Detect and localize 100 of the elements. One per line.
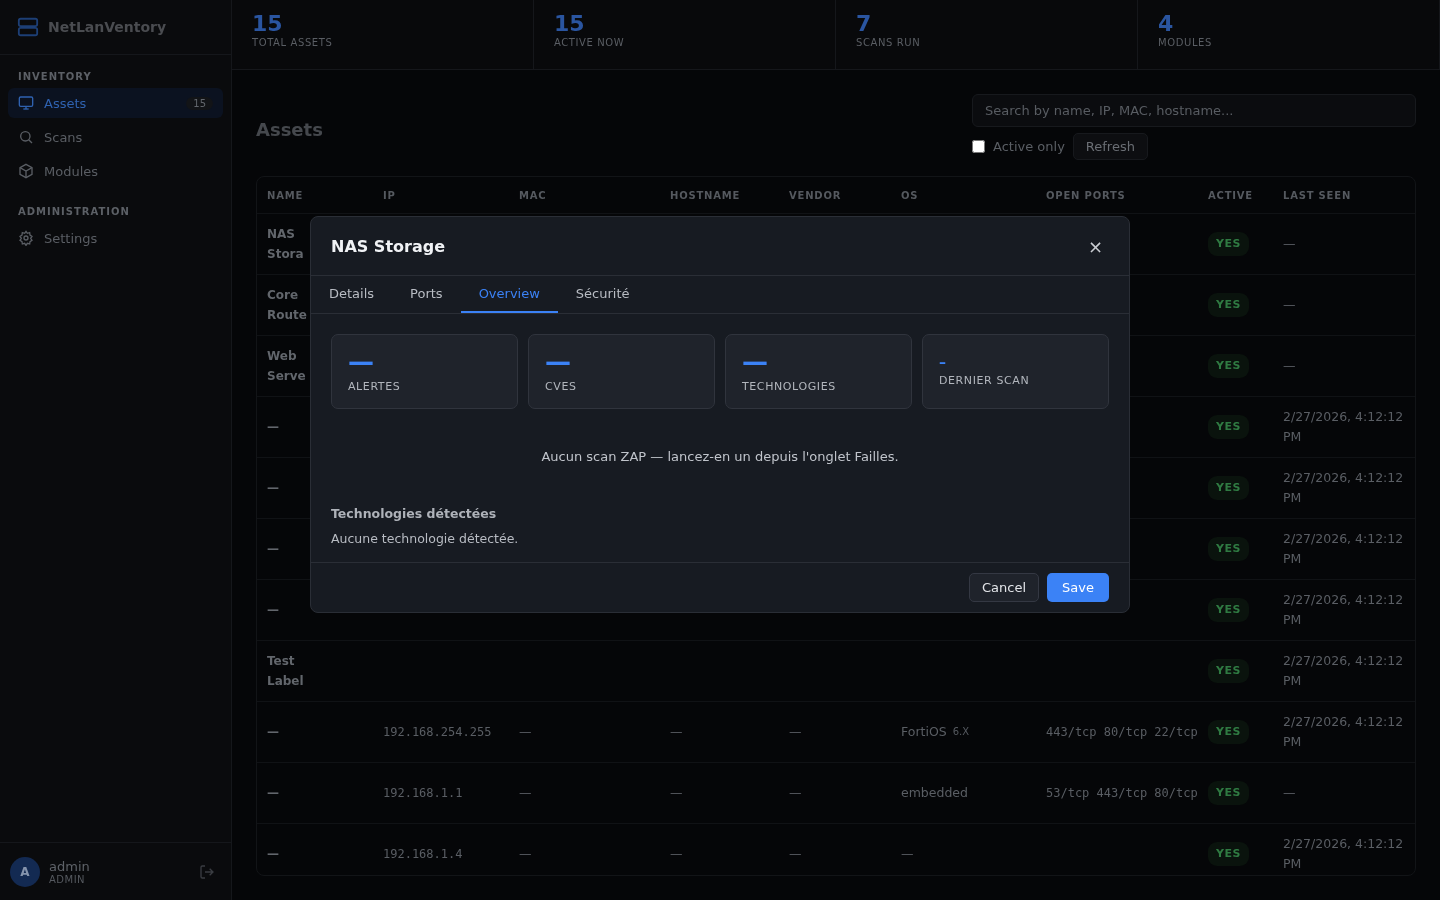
stat-value: 15 — [554, 11, 586, 37]
section-heading: ADMINISTRATION — [17, 206, 131, 219]
table-cell-text: — — [670, 784, 683, 802]
table-cell-text: — — [267, 541, 279, 558]
table-cell-text: 2/27/2026, 4:12:12 PM — [1283, 408, 1405, 446]
table-cell-text: — — [519, 723, 532, 741]
table-cell-text: 192.168.1.1 — [383, 785, 463, 802]
checkbox[interactable] — [972, 140, 985, 153]
card-value: — — [348, 350, 375, 374]
column-header: IP — [383, 189, 397, 201]
table-cell-text: — — [1283, 296, 1296, 314]
status-badge: YES — [1208, 842, 1249, 866]
tab[interactable]: Ports — [392, 276, 461, 313]
status-badge: YES — [1208, 781, 1249, 805]
section-heading: INVENTORY — [17, 71, 93, 84]
stat-label: TOTAL ASSETS — [252, 37, 334, 48]
status-badge: YES — [1208, 659, 1249, 683]
cube-icon — [18, 163, 34, 179]
status-badge: YES — [1208, 232, 1249, 256]
table-cell-text: — — [670, 845, 683, 863]
column-header: OPEN PORTS — [1046, 189, 1127, 201]
table-cell-text: 2/27/2026, 4:12:12 PM — [1283, 652, 1405, 690]
column-header: OS — [901, 189, 920, 201]
table-cell-text: Web Serve — [267, 348, 307, 385]
sidebar-item[interactable]: Scans — [8, 122, 223, 152]
table-cell-text: Test Label — [267, 653, 305, 690]
card-label: DERNIER SCAN — [939, 374, 1031, 387]
table-cell-text: — — [901, 845, 914, 863]
card-label: CVES — [545, 380, 578, 393]
status-badge: YES — [1208, 354, 1249, 378]
section-title: Technologies détectées — [331, 506, 498, 521]
table-cell-text: — — [789, 784, 802, 802]
tab[interactable]: Sécurité — [557, 276, 648, 313]
stat-value: 4 — [1158, 11, 1175, 37]
card-label: ALERTES — [348, 380, 402, 393]
os-version: 6.X — [952, 725, 970, 739]
stat-value: 15 — [252, 11, 284, 37]
sidebar-item[interactable]: Assets 15 — [8, 88, 223, 118]
table-cell-text: — — [267, 724, 279, 741]
sidebar-item[interactable]: Modules — [8, 156, 223, 186]
user-role: ADMIN — [49, 873, 87, 885]
status-badge: YES — [1208, 537, 1249, 561]
status-badge: YES — [1208, 720, 1249, 744]
table-cell-text: 192.168.254.255 — [383, 724, 492, 741]
avatar: A — [10, 856, 40, 887]
table-cell-text: — — [1283, 357, 1296, 375]
table-cell-text: — — [267, 480, 279, 497]
table-cell-text: 2/27/2026, 4:12:12 PM — [1283, 530, 1405, 568]
table-cell-text: — — [267, 785, 279, 802]
card-value: — — [545, 350, 572, 374]
card-value: — — [742, 350, 769, 374]
table-cell-text: — — [789, 723, 802, 741]
column-header: NAME — [267, 189, 305, 201]
table-cell-text: 2/27/2026, 4:12:12 PM — [1283, 591, 1405, 629]
close-button[interactable]: × — [1081, 235, 1109, 257]
table-cell-text: 2/27/2026, 4:12:12 PM — [1283, 469, 1405, 507]
column-header: ACTIVE — [1208, 189, 1254, 201]
table-cell-text: NAS Stora — [267, 226, 305, 263]
monitor-icon — [18, 95, 34, 111]
section-text: Aucune technologie détectée. — [331, 531, 520, 546]
app-name: NetLanVentory — [48, 19, 167, 35]
search-icon — [18, 129, 34, 145]
table-cell-text: 53/tcp 443/tcp 80/tcp — [1046, 785, 1198, 802]
table-cell-text: 192.168.1.4 — [383, 846, 463, 863]
table-cell-text: FortiOS — [901, 723, 947, 741]
status-badge: YES — [1208, 293, 1249, 317]
column-header: MAC — [519, 189, 548, 201]
search-field[interactable]: Search by name, IP, MAC, hostname... — [972, 94, 1416, 127]
empty-message: Aucun scan ZAP — lancez-en un depuis l'onglet Failles. — [540, 449, 900, 464]
refresh-button[interactable]: Refresh — [1072, 133, 1148, 160]
page-title: Assets — [256, 119, 323, 140]
table-cell-text: 2/27/2026, 4:12:12 PM — [1283, 713, 1405, 751]
dialog-title: NAS Storage — [331, 236, 446, 256]
column-header: HOSTNAME — [670, 189, 742, 201]
table-cell-text: — — [519, 845, 532, 863]
status-badge: YES — [1208, 415, 1249, 439]
card-label: TECHNOLOGIES — [742, 380, 837, 393]
table-cell-text: embedded — [901, 784, 968, 802]
checkbox-label: Active only — [993, 139, 1065, 154]
stat-label: MODULES — [1158, 37, 1213, 48]
save-button[interactable]: Save — [1047, 573, 1109, 602]
table-cell-text: — — [1283, 784, 1296, 802]
count-badge: 15 — [186, 96, 213, 110]
user-name: admin — [49, 858, 91, 874]
table-cell-text: — — [267, 419, 279, 436]
table-cell-text: — — [1283, 235, 1296, 253]
tab[interactable]: Details — [311, 276, 393, 313]
stat-label: ACTIVE NOW — [554, 37, 626, 48]
cancel-button[interactable]: Cancel — [969, 573, 1040, 602]
table-cell-text: — — [519, 784, 532, 802]
settings-icon — [18, 230, 34, 246]
stat-value: 7 — [856, 11, 873, 37]
column-header: LAST SEEN — [1283, 189, 1353, 201]
table-cell-text: — — [267, 602, 279, 619]
sidebar-item[interactable]: Settings — [8, 223, 223, 253]
table-cell-text: — — [789, 845, 802, 863]
status-badge: YES — [1208, 598, 1249, 622]
server-icon — [17, 16, 39, 38]
tab[interactable]: Overview — [460, 276, 558, 313]
table-cell-text: — — [267, 846, 279, 863]
